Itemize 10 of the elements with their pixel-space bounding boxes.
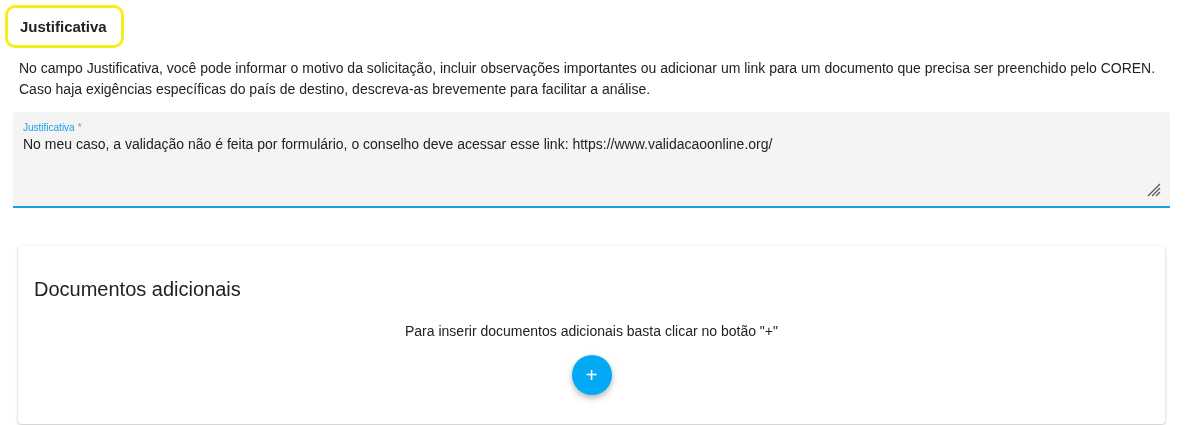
description-text: Caso haja exigências específicas do país de destino, descreva-as brevemente para facilitar a análise. — [19, 80, 652, 99]
resize-handle-icon[interactable] — [1147, 183, 1161, 197]
section-heading: Justificativa — [5, 5, 124, 48]
required-mark: * — [77, 122, 82, 133]
field-value: No meu caso, a validação não é feita por formulário, o conselho deve acessar esse link: https://www.validacaoonline.org/ — [23, 136, 774, 152]
field-label: Justificativa — [23, 122, 75, 133]
card-title: Documentos adicionais — [34, 278, 241, 301]
description-text: No campo Justificativa, você pode informar o motivo da solicitação, incluir observações importantes ou adicionar um link para um documento que precisa ser preenchido pelo COREN. — [19, 59, 1157, 78]
justification-field[interactable]: Justificativa * No meu caso, a validação não é feita por formulário, o conselho deve acessar esse link: https://www.validacaoonline.org/ — [13, 112, 1170, 208]
hint-text: Para inserir documentos adicionais basta clicar no botão "+" — [405, 323, 778, 339]
